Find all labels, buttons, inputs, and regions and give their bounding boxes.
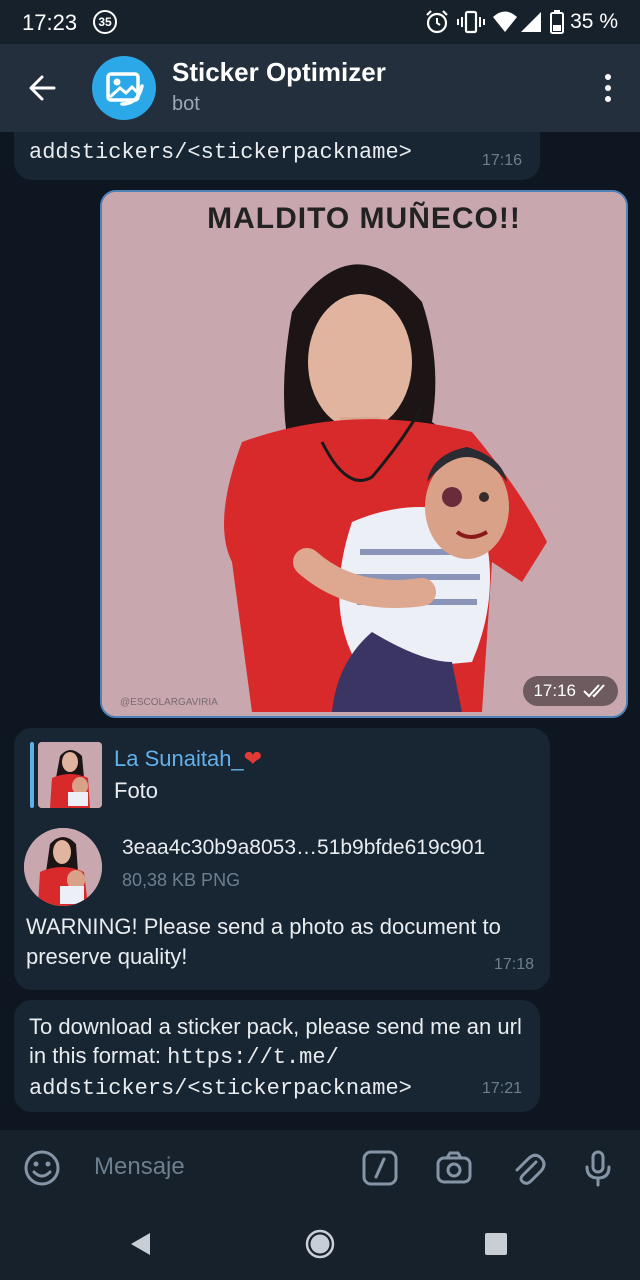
paperclip-icon: [515, 1153, 546, 1185]
dot-icon: [605, 85, 611, 91]
photo-caption: MALDITO MUÑECO!!: [207, 202, 521, 235]
message-text: To download a sticker pack, please send …: [29, 1012, 529, 1103]
camera-button[interactable]: [434, 1148, 474, 1188]
wifi-icon: [493, 11, 518, 32]
sticker-image-icon: [106, 72, 144, 106]
triangle-back-icon: [131, 1233, 150, 1255]
chat-subtitle: bot: [172, 93, 200, 115]
smiley-icon: [24, 1150, 60, 1186]
circle-home-icon: [305, 1229, 335, 1259]
heart-icon: ❤: [243, 746, 263, 771]
dot-icon: [605, 74, 611, 80]
message-bubble[interactable]: addstickers/<stickerpackname> 17:16: [14, 132, 540, 180]
battery-icon: [550, 10, 565, 34]
status-bar: 17:23 35 35 %: [0, 0, 640, 44]
url-text-cont: addstickers/<stickerpackname>: [29, 1076, 412, 1101]
message-input[interactable]: Mensaje: [94, 1153, 185, 1181]
more-menu-button[interactable]: [596, 68, 620, 108]
message-bubble[interactable]: To download a sticker pack, please send …: [14, 1000, 540, 1112]
reply-bar: [30, 742, 34, 808]
chat-title[interactable]: Sticker Optimizer: [172, 57, 386, 88]
meme-photo: [102, 192, 626, 716]
notification-count-badge: 35: [93, 10, 117, 34]
message-text: addstickers/<stickerpackname>: [29, 140, 412, 165]
photo-message[interactable]: MALDITO MUÑECO!! @ESCOLARGAVIRIA 17:16: [100, 190, 628, 718]
message-time: 17:16: [481, 152, 522, 169]
message-input-bar: Mensaje: [0, 1130, 640, 1206]
attach-button[interactable]: [508, 1148, 548, 1188]
back-button[interactable]: [20, 66, 64, 110]
reply-thumbnail[interactable]: [38, 742, 102, 808]
reply-author-name: La Sunaitah_: [114, 746, 244, 771]
photo-timestamp: 17:16: [523, 676, 618, 706]
chat-header: Sticker Optimizer bot: [0, 44, 640, 132]
url-text: https://t.me/: [167, 1045, 339, 1070]
microphone-icon: [585, 1150, 611, 1187]
voice-message-button[interactable]: [578, 1148, 618, 1188]
dot-icon: [605, 96, 611, 102]
message-bubble[interactable]: La Sunaitah_❤ Foto 3eaa4c30b9a8053…51b9b…: [14, 728, 550, 990]
vibrate-icon: [457, 10, 486, 34]
nav-back-button[interactable]: [122, 1226, 158, 1262]
message-time: 17:16: [533, 681, 576, 700]
bot-avatar[interactable]: [92, 56, 156, 120]
photo-watermark: @ESCOLARGAVIRIA: [120, 697, 218, 708]
file-name: 3eaa4c30b9a8053…51b9bfde619c901: [122, 836, 486, 859]
thumbnail-image: [38, 742, 102, 808]
camera-icon: [436, 1151, 472, 1184]
slash-command-icon: [362, 1150, 398, 1186]
file-preview-image: [24, 828, 102, 906]
arrow-left-icon: [29, 75, 56, 101]
signal-icon: [521, 12, 542, 32]
nav-home-button[interactable]: [302, 1226, 338, 1262]
reply-author: La Sunaitah_❤: [114, 746, 262, 772]
nav-recents-button[interactable]: [478, 1226, 514, 1262]
system-nav-bar: [0, 1206, 640, 1280]
reply-type: Foto: [114, 778, 159, 803]
status-time: 17:23: [22, 10, 78, 35]
alarm-icon: [426, 10, 448, 34]
square-recents-icon: [485, 1233, 507, 1255]
double-check-icon: [583, 684, 605, 698]
message-time: 17:21: [481, 1080, 522, 1097]
battery-percent: 35 %: [570, 10, 618, 33]
status-icons: 35 %: [424, 8, 618, 36]
file-thumbnail[interactable]: [24, 828, 102, 906]
message-list[interactable]: addstickers/<stickerpackname> 17:16 MALD…: [0, 132, 640, 1130]
message-time: 17:18: [493, 956, 534, 973]
bot-commands-button[interactable]: [360, 1148, 400, 1188]
message-text: WARNING! Please send a photo as document…: [26, 914, 501, 969]
file-size: 80,38 KB PNG: [122, 870, 241, 890]
emoji-button[interactable]: [22, 1148, 62, 1188]
